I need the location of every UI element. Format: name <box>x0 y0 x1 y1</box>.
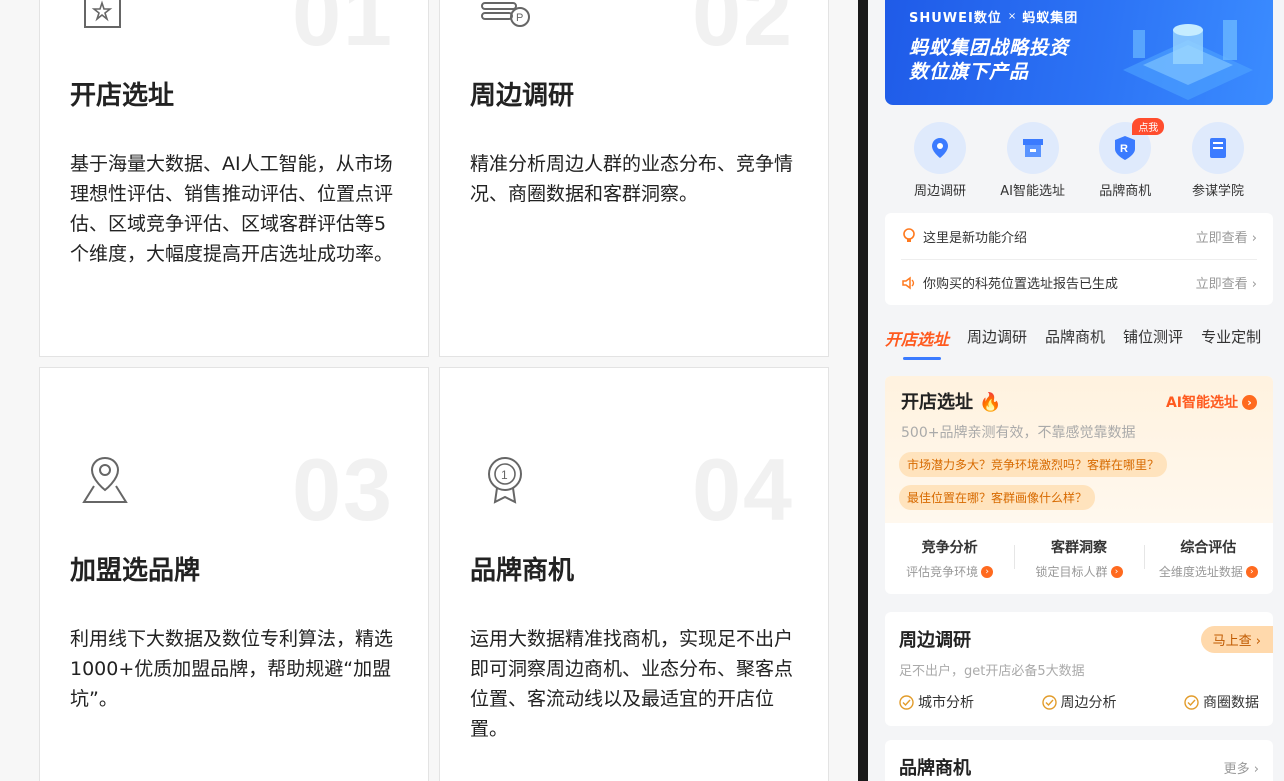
banner-headline-line-2: 数位旗下产品 <box>909 61 1030 83</box>
medal-icon: 1 <box>488 457 522 504</box>
isometric-city-illustration <box>1123 20 1253 100</box>
logo-separator: × <box>1007 11 1017 22</box>
svg-text:R: R <box>1120 143 1128 155</box>
feature-grid: 01 开店选址 基于海量大数据、AI人工智能，从市场理想性评估、销售推动评估、位… <box>0 0 858 781</box>
notice-view-link[interactable]: 立即查看 › <box>1196 273 1257 292</box>
feature-title: 周边调研 <box>470 81 575 111</box>
quick-entry-surroundings[interactable]: 周边调研 <box>895 118 985 199</box>
card-title: 开店选址 🔥 <box>901 392 1002 413</box>
book-icon <box>1209 138 1226 158</box>
feature-desc: 基于海量大数据、AI人工智能，从市场理想性评估、销售推动评估、位置点评估、区域竞… <box>70 153 394 265</box>
check-circle-icon <box>1041 694 1057 710</box>
quick-entry-label: AI智能选址 <box>1000 184 1066 199</box>
metric-sub: 全维度选址数据 › <box>1159 563 1258 580</box>
notice-text: 你购买的科苑位置选址报告已生成 <box>923 277 1119 292</box>
more-link[interactable]: 更多 › <box>1224 758 1259 777</box>
tab-custom[interactable]: 专业定制 <box>1201 326 1261 366</box>
metric-sub: 锁定目标人群 › <box>1035 563 1123 580</box>
shuwei-logo: SHUWEI数位 <box>909 11 1002 26</box>
svg-text:P: P <box>516 12 523 24</box>
metric-customers[interactable]: 客群洞察 锁定目标人群 › <box>1014 523 1143 594</box>
tab-surroundings[interactable]: 周边调研 <box>967 326 1027 366</box>
feature-card-brand-opportunity: 04 1 品牌商机 运用大数据精准找商机，实现足不出户即可洞察周边商机、业态分布… <box>439 367 829 781</box>
arrow-right-icon: › <box>1110 565 1123 578</box>
surroundings-card[interactable]: 周边调研 马上查 › 足不出户，get开店必备5大数据 城市分析 周边分析 商圈… <box>885 612 1273 726</box>
feature-number: 02 <box>692 0 794 64</box>
feature-card-surroundings: 02 P 周边调研 精准分析周边人群的业态分布、竞争情况、商圈数据和客群洞察。 <box>439 0 829 357</box>
question-chip[interactable]: 市场潜力多大？竞争环境激烈吗？客群在哪里？ <box>899 452 1168 477</box>
feature-number: 01 <box>292 0 394 64</box>
metric-title: 竞争分析 <box>921 540 978 556</box>
feature-card-franchise: 03 加盟选品牌 利用线下大数据及数位专利算法，精选1000+优质加盟品牌，帮助… <box>39 367 429 781</box>
metric-sub: 评估竞争环境 › <box>906 563 994 580</box>
tab-store-location[interactable]: 开店选址 <box>885 326 949 366</box>
feature-item: 周边分析 <box>1041 692 1117 712</box>
notice-view-link[interactable]: 立即查看 › <box>1196 227 1257 246</box>
arrow-right-icon: › <box>1245 565 1258 578</box>
card-subtitle: 500+品牌亲测有效，不靠感觉靠数据 <box>901 425 1136 441</box>
feature-item: 商圈数据 <box>1184 692 1259 712</box>
card-subtitle: 足不出户，get开店必备5大数据 <box>899 664 1085 679</box>
metric-overall[interactable]: 综合评估 全维度选址数据 › <box>1143 523 1273 594</box>
quick-entry-bar: 周边调研 AI智能选址 点我 R 品牌商机 参谋学院 <box>885 118 1273 199</box>
feature-desc: 利用线下大数据及数位专利算法，精选1000+优质加盟品牌，帮助规避“加盟坑”。 <box>70 628 394 710</box>
metric-competition[interactable]: 竞争分析 评估竞争环境 › <box>885 523 1014 594</box>
panel-divider <box>858 0 868 781</box>
card-title: 品牌商机 <box>899 758 971 779</box>
store-icon <box>84 0 121 28</box>
feature-title: 加盟选品牌 <box>70 556 201 586</box>
card-title: 周边调研 <box>899 630 971 651</box>
feature-title: 开店选址 <box>70 81 175 111</box>
map-pin-icon <box>82 456 128 503</box>
notice-row[interactable]: 你购买的科苑位置选址报告已生成 立即查看 › <box>901 259 1257 305</box>
question-chip[interactable]: 最佳位置在哪？客群画像什么样？ <box>899 485 1096 510</box>
shop-icon <box>1022 139 1043 157</box>
ai-site-link[interactable]: AI智能选址 › <box>1166 392 1257 412</box>
banner-headline: 蚂蚁集团战略投资 数位旗下产品 <box>909 36 1069 84</box>
quick-entry-label: 品牌商机 <box>1099 184 1152 199</box>
metric-title: 综合评估 <box>1180 540 1237 556</box>
banner-logos: SHUWEI数位 × 蚂蚁集团 <box>909 7 1078 26</box>
arrow-right-icon: › <box>981 565 994 578</box>
parking-icon: P <box>481 2 530 27</box>
feature-item: 城市分析 <box>899 692 974 712</box>
feature-number: 04 <box>692 440 794 539</box>
quick-entry-label: 参谋学院 <box>1191 184 1244 199</box>
promo-banner[interactable]: SHUWEI数位 × 蚂蚁集团 蚂蚁集团战略投资 数位旗下产品 <box>885 0 1273 105</box>
site-selection-card[interactable]: 开店选址 🔥 AI智能选址 › 500+品牌亲测有效，不靠感觉靠数据 市场潜力多大… <box>885 376 1273 594</box>
check-circle-icon <box>899 694 914 710</box>
bulb-icon <box>903 228 915 242</box>
notice-text: 这里是新功能介绍 <box>923 230 1028 246</box>
quick-entry-academy[interactable]: 参谋学院 <box>1173 118 1263 199</box>
ant-group-logo: 蚂蚁集团 <box>1022 11 1079 26</box>
tab-shop-evaluation[interactable]: 铺位测评 <box>1123 326 1183 366</box>
metric-title: 客群洞察 <box>1050 540 1107 556</box>
click-me-badge: 点我 <box>1132 118 1165 135</box>
location-icon <box>932 138 948 158</box>
category-tabs: 开店选址 周边调研 品牌商机 铺位测评 专业定制 <box>885 326 1284 366</box>
quick-entry-brand[interactable]: 点我 R 品牌商机 <box>1080 118 1170 199</box>
feature-title: 品牌商机 <box>470 556 575 586</box>
arrow-right-icon: › <box>1242 394 1257 410</box>
speaker-icon <box>902 276 915 289</box>
check-now-button[interactable]: 马上查 › <box>1200 626 1273 653</box>
brand-r-icon: R <box>1115 136 1136 160</box>
svg-text:1: 1 <box>501 468 508 482</box>
notice-panel: 这里是新功能介绍 立即查看 › 你购买的科苑位置选址报告已生成 立即查看 › <box>885 213 1273 305</box>
feature-number: 03 <box>292 440 394 539</box>
feature-desc: 精准分析周边人群的业态分布、竞争情况、商圈数据和客群洞察。 <box>470 153 794 205</box>
quick-entry-label: 周边调研 <box>913 184 966 199</box>
feature-desc: 运用大数据精准找商机，实现足不出户即可洞察周边商机、业态分布、聚客点位置、客流动… <box>470 628 794 740</box>
brand-opportunity-card[interactable]: 品牌商机 更多 › <box>885 740 1273 781</box>
notice-row[interactable]: 这里是新功能介绍 立即查看 › <box>901 213 1257 259</box>
check-circle-icon <box>1184 694 1199 710</box>
quick-entry-ai-site[interactable]: AI智能选址 <box>988 118 1078 199</box>
banner-headline-line-1: 蚂蚁集团战略投资 <box>909 37 1070 59</box>
tab-brand-opportunity[interactable]: 品牌商机 <box>1045 326 1105 366</box>
mobile-app-preview: SHUWEI数位 × 蚂蚁集团 蚂蚁集团战略投资 数位旗下产品 周边调研 AI智… <box>868 0 1284 781</box>
fire-icon: 🔥 <box>979 392 1002 413</box>
feature-card-store-location: 01 开店选址 基于海量大数据、AI人工智能，从市场理想性评估、销售推动评估、位… <box>39 0 429 357</box>
